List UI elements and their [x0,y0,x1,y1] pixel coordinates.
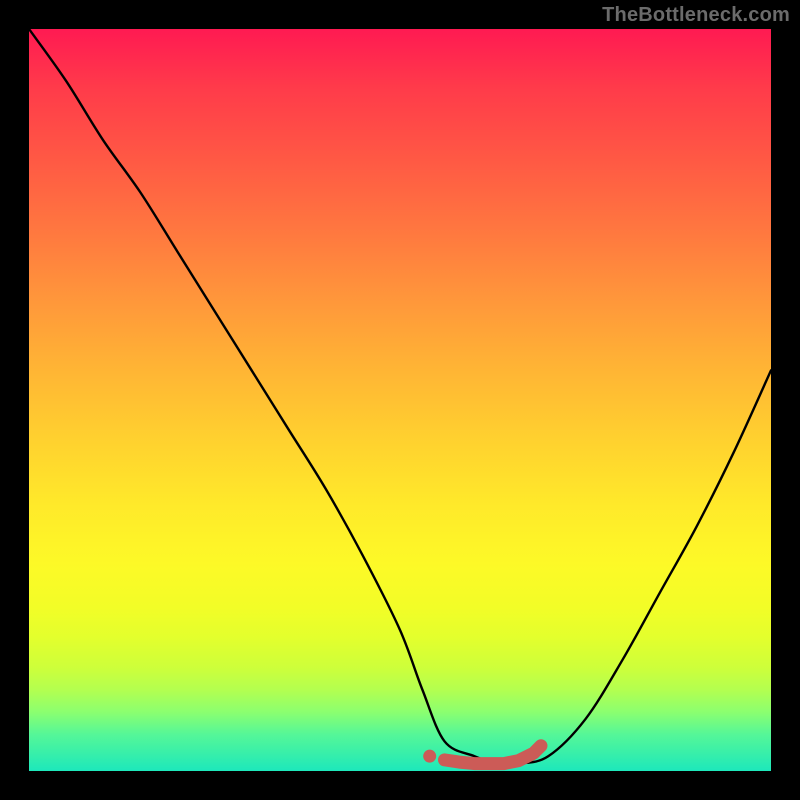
curve-layer [29,29,771,771]
watermark-text: TheBottleneck.com [602,4,790,27]
chart-stage: TheBottleneck.com [0,0,800,800]
highlight-segment [445,746,541,764]
highlight-dot [423,750,436,763]
bottleneck-curve [29,29,771,765]
